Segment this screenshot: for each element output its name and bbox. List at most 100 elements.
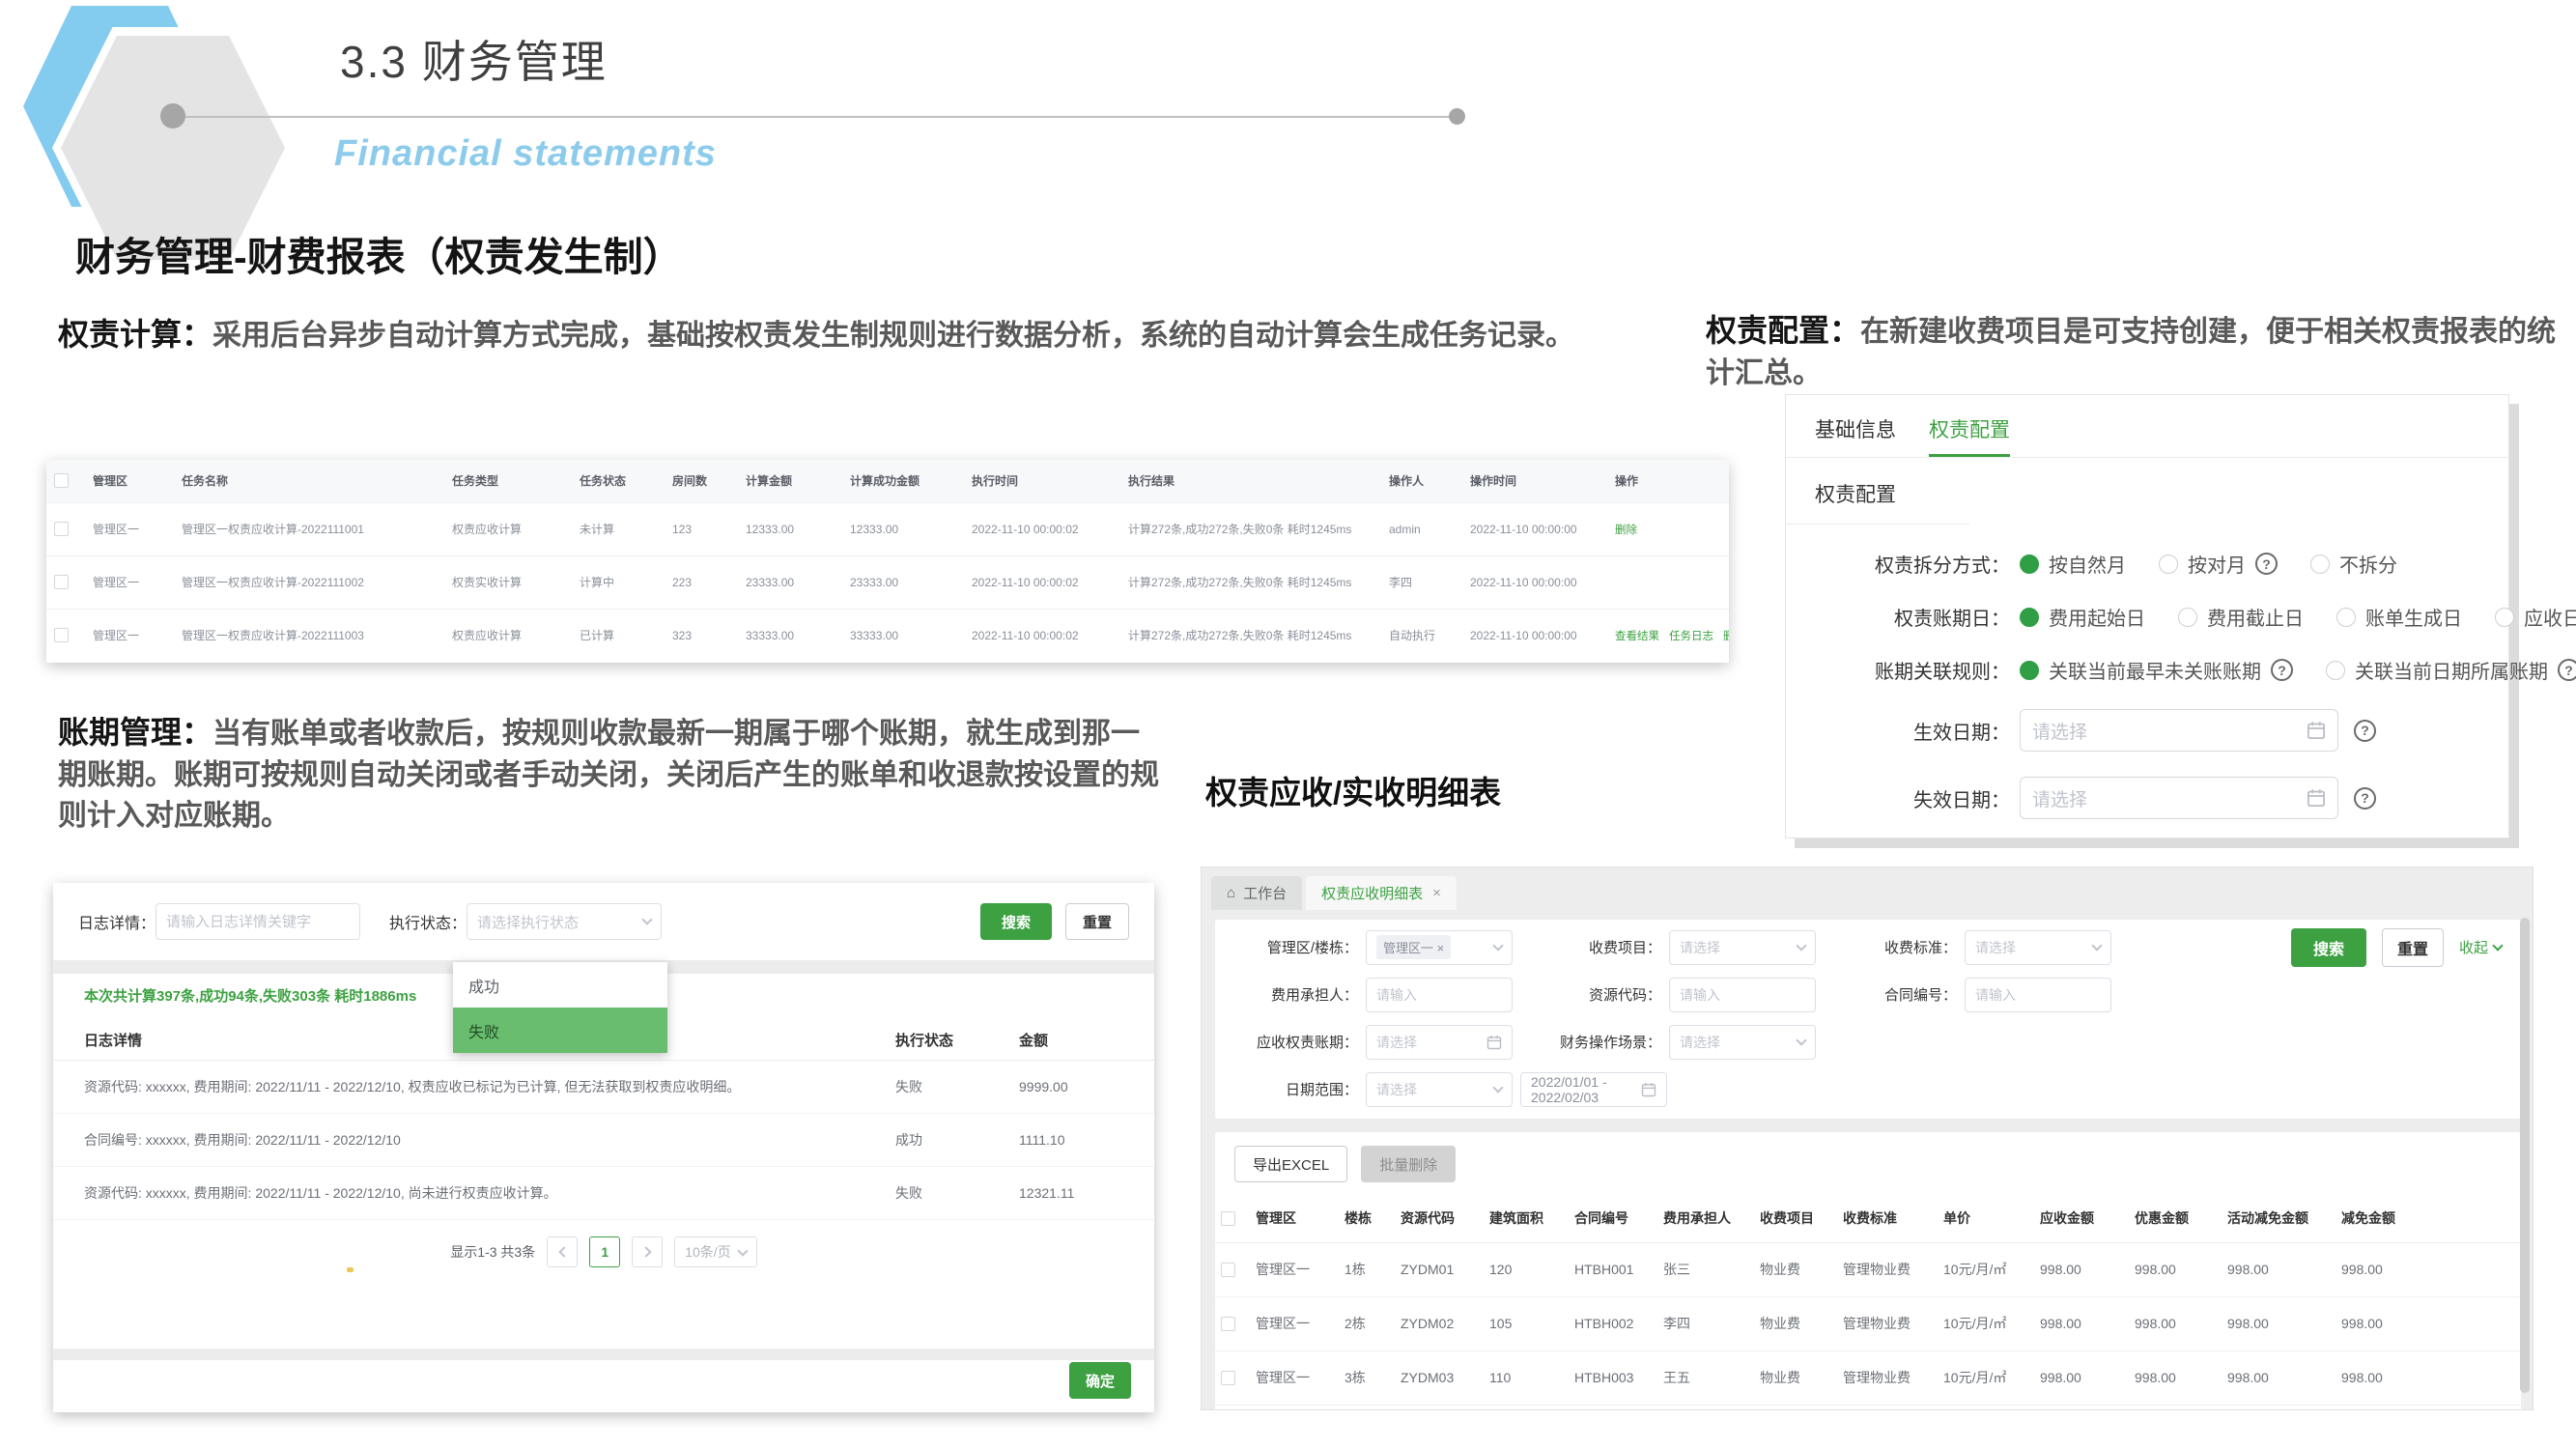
task-log-link[interactable]: 任务日志 [1669,631,1713,642]
export-excel-button[interactable]: 导出EXCEL [1234,1146,1347,1182]
status-text: 成功 [895,1130,1019,1150]
cell: 计算272条,成功272条,失败0条 耗时1245ms [1120,609,1381,662]
batch-delete-button[interactable]: 批量删除 [1361,1146,1456,1182]
search-button[interactable]: 搜索 [2291,928,2366,967]
select-all-checkbox[interactable] [1221,1211,1235,1226]
cell: 管理物业费 [1837,1350,1938,1405]
section-subtitle: Financial statements [334,133,717,175]
page-number-button[interactable]: 1 [589,1236,620,1267]
radio-label: 关联当前最早未关账账期 [2049,656,2261,684]
region-building-select[interactable]: 管理区一 × [1366,930,1513,965]
radio-icon [2326,661,2345,680]
delete-link[interactable]: 删除 [1723,631,1729,642]
tab-basic-info[interactable]: 基础信息 [1815,414,1896,443]
radio-option-current-date-period[interactable]: 关联当前日期所属账期? [2326,656,2576,684]
log-row: 合同编号: xxxxxx, 费用期间: 2022/11/11 - 2022/12… [53,1114,1154,1167]
calendar-icon [1486,1035,1502,1050]
col-header: 应收金额 [2034,1194,2129,1242]
next-page-button[interactable] [632,1236,663,1267]
expire-date-row: 失效日期： 请选择 ? [1786,777,2508,819]
field-label: 管理区/楼栋： [1234,937,1358,957]
radio-label: 费用截止日 [2207,603,2304,631]
row-checkbox[interactable] [1221,1263,1235,1277]
log-row: 资源代码: xxxxxx, 费用期间: 2022/11/11 - 2022/12… [53,1167,1154,1220]
task-row: 管理区一 管理区一权责应收计算-2022111001 权责应收计算 未计算 12… [46,502,1729,555]
contract-link[interactable]: HTBH002 [1569,1296,1657,1350]
col-header: 楼栋 [1339,1194,1395,1242]
field-label: 财务操作场景： [1553,1032,1661,1052]
home-icon: ⌂ [1227,885,1235,901]
tag-close-icon[interactable]: × [1437,941,1445,955]
help-icon[interactable]: ? [2354,720,2376,742]
detail-table: 管理区 楼栋 资源代码 建筑面积 合同编号 费用承担人 收费项目 收费标准 单价… [1215,1194,2521,1406]
row-checkbox[interactable] [1221,1371,1235,1385]
cell: 资源代码: xxxxxx, 费用期间: 2022/11/11 - 2022/12… [84,1077,895,1096]
help-icon[interactable]: ? [2558,659,2576,681]
row-checkbox-cell [1215,1350,1250,1405]
close-icon[interactable]: × [1432,885,1441,901]
row-checkbox[interactable] [54,575,69,589]
resource-link[interactable]: ZYDM02 [1395,1296,1484,1350]
field-label: 合同编号： [1856,984,1957,1005]
dropdown-option-success[interactable]: 成功 [453,962,667,1008]
date-range-picker[interactable]: 2022/01/01 - 2022/02/03 [1520,1072,1667,1107]
resource-link[interactable]: ZYDM03 [1395,1350,1484,1405]
view-result-link[interactable]: 查看结果 [1615,631,1659,642]
field-label: 日期范围： [1234,1079,1358,1099]
accrual-period-picker[interactable]: 请选择 [1366,1025,1513,1060]
radio-option-bill-date[interactable]: 账单生成日 [2336,603,2462,631]
radio-option-receivable-date[interactable]: 应收日期? [2495,603,2576,631]
reset-button[interactable]: 重置 [2382,928,2444,967]
log-detail-input[interactable] [156,903,360,940]
calendar-icon [1641,1082,1656,1097]
contract-link[interactable]: HTBH001 [1569,1242,1657,1296]
contract-no-input[interactable] [1965,978,2111,1012]
payer-link[interactable]: 王五 [1657,1350,1754,1405]
payer-link[interactable]: 张三 [1657,1242,1754,1296]
fee-config-screenshot: 基础信息 权责配置 权责配置 权责拆分方式： 按自然月 按对月? 不拆分 权责账… [1785,394,2509,838]
finance-scene-select[interactable]: 请选择 [1669,1025,1816,1060]
reset-button[interactable]: 重置 [1065,903,1129,940]
expire-date-picker[interactable]: 请选择 [2020,777,2338,819]
resource-link[interactable]: ZYDM01 [1395,1242,1484,1296]
divider-dot-left [160,103,185,128]
help-icon[interactable]: ? [2255,553,2278,575]
collapse-toggle[interactable]: 收起 [2459,937,2502,957]
divider-band [53,1349,1154,1360]
radio-option-natural-month[interactable]: 按自然月 [2020,550,2126,578]
radio-selected-icon [2020,661,2039,680]
contract-link[interactable]: HTBH003 [1569,1350,1657,1405]
radio-option-fee-start[interactable]: 费用起始日 [2020,603,2145,631]
tab-accrual-config[interactable]: 权责配置 [1929,414,2010,457]
help-icon[interactable]: ? [2271,659,2293,681]
confirm-button[interactable]: 确定 [1069,1362,1131,1399]
payer-input[interactable] [1366,978,1513,1012]
payer-link[interactable]: 李四 [1657,1296,1754,1350]
date-range-type-select[interactable]: 请选择 [1366,1072,1513,1107]
help-icon[interactable]: ? [2354,787,2376,810]
fee-item-select[interactable]: 请选择 [1669,930,1816,965]
row-checkbox[interactable] [54,522,69,536]
exec-status-select[interactable]: 请选择执行状态 [467,903,662,940]
vertical-scrollbar[interactable] [2520,918,2530,1393]
radio-option-by-month[interactable]: 按对月? [2159,550,2278,578]
task-header-row: 管理区 任务名称 任务类型 任务状态 房间数 计算金额 计算成功金额 执行时间 … [46,460,1729,502]
delete-link[interactable]: 删除 [1615,525,1637,536]
tab-workspace[interactable]: ⌂工作台 [1211,876,1302,910]
cell: 权责应收计算 [444,502,572,555]
dropdown-option-fail[interactable]: 失败 [453,1008,667,1053]
search-button[interactable]: 搜索 [980,903,1052,940]
radio-option-no-split[interactable]: 不拆分 [2310,550,2397,578]
page-size-select[interactable]: 10条/页 [674,1236,756,1267]
effective-date-picker[interactable]: 请选择 [2020,709,2338,752]
prev-page-button[interactable] [547,1236,578,1267]
row-checkbox[interactable] [54,628,69,642]
radio-option-earliest-open-period[interactable]: 关联当前最早未关账账期? [2020,656,2293,684]
fee-standard-select[interactable]: 请选择 [1965,930,2111,965]
radio-option-fee-end[interactable]: 费用截止日 [2178,603,2304,631]
field-label: 资源代码： [1553,984,1661,1005]
resource-code-input[interactable] [1669,978,1816,1012]
tab-receivable-detail[interactable]: 权责应收明细表× [1306,876,1457,910]
row-checkbox[interactable] [1221,1317,1235,1331]
select-all-checkbox[interactable] [54,473,69,488]
